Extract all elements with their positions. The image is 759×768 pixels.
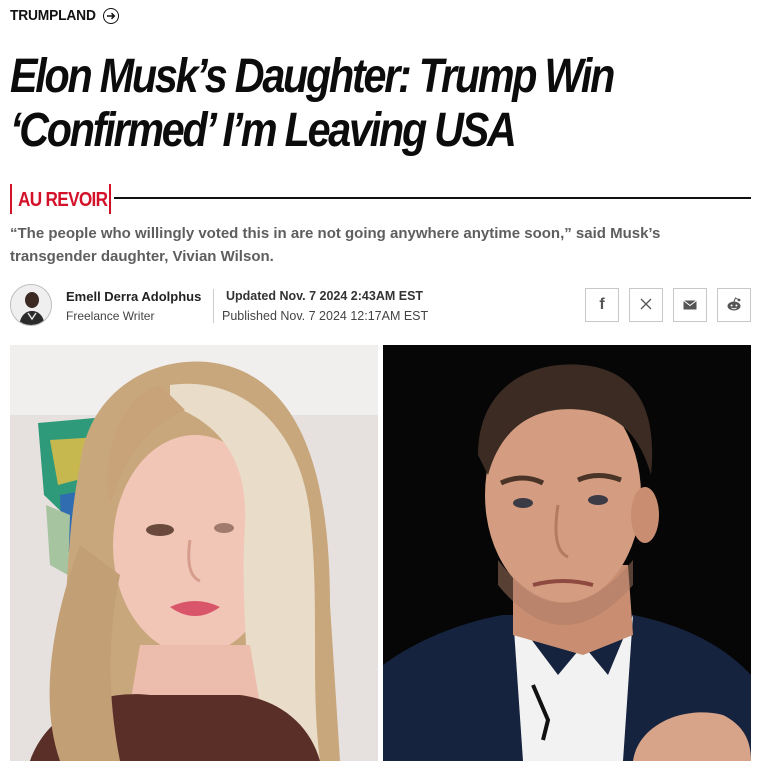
byline: Emell Derra Adolphus Freelance Writer Up… [10,284,751,330]
kicker-bar-left [10,184,12,214]
x-share-button[interactable] [629,288,663,322]
reddit-share-button[interactable] [717,288,751,322]
kicker-bar-right [109,184,111,214]
updated-date: Updated Nov. 7 2024 2:43AM EST [226,289,424,303]
headline: Elon Musk’s Daughter: Trump Win ‘Confirm… [10,50,615,157]
author-avatar[interactable] [10,284,52,326]
photo-vivian-wilson [10,345,378,761]
arrow-circle-right-icon[interactable] [103,7,120,24]
kicker-rule [114,197,751,199]
kicker-label: AU REVOIR [18,189,108,211]
author-name[interactable]: Emell Derra Adolphus [66,289,201,304]
dek: “The people who willingly voted this in … [10,225,661,265]
email-share-button[interactable] [673,288,707,322]
byline-divider [213,289,214,323]
email-icon [683,297,697,313]
reddit-icon [726,296,742,314]
kicker: AU REVOIR [10,184,751,216]
facebook-icon: f [599,296,605,313]
published-date: Published Nov. 7 2024 12:17AM EST [222,309,429,323]
share-buttons: f [585,288,751,322]
photo-elon-musk [383,345,751,761]
section-label[interactable]: TRUMPLAND [10,7,96,24]
section-nav[interactable]: TRUMPLAND [10,7,120,24]
author-role: Freelance Writer [66,309,155,323]
facebook-share-button[interactable]: f [585,288,619,322]
x-icon [640,297,652,313]
